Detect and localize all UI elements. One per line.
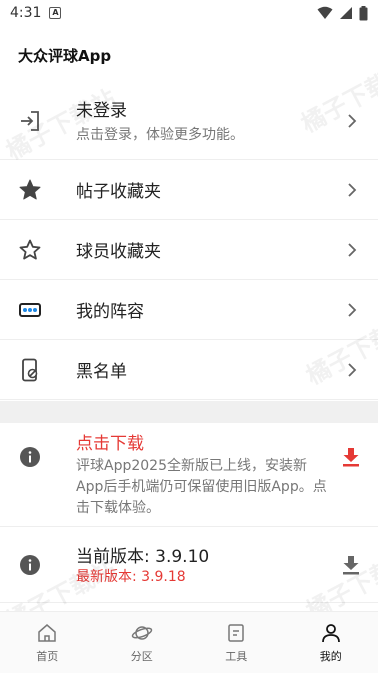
star-outline-icon [18, 238, 42, 262]
status-time: 4:31 [10, 5, 42, 21]
chevron-right-icon [348, 302, 357, 317]
menu-item-my-lineup[interactable]: 我的阵容 [0, 280, 378, 340]
signal-icon [340, 7, 352, 19]
lineup-icon [18, 298, 42, 322]
download-icon[interactable] [342, 555, 360, 575]
download-title: 点击下载 [76, 434, 144, 454]
status-bar: 4:31 A [0, 0, 378, 26]
nav-home[interactable]: 首页 [0, 612, 95, 673]
tools-icon [228, 623, 244, 642]
download-item[interactable]: 点击下载 评球App2025全新版已上线，安装新App后手机端仍可保留使用旧版A… [0, 423, 378, 527]
chevron-right-icon [348, 182, 357, 197]
nav-home-label: 首页 [36, 649, 59, 663]
player-favorites-title: 球员收藏夹 [76, 242, 161, 262]
nav-tools[interactable]: 工具 [189, 612, 284, 673]
update-list: 点击下载 评球App2025全新版已上线，安装新App后手机端仍可保留使用旧版A… [0, 423, 378, 603]
login-title: 未登录 [76, 100, 127, 121]
star-filled-icon [18, 178, 42, 202]
info-icon [18, 553, 42, 577]
download-icon[interactable] [342, 447, 360, 467]
latest-version: 最新版本: 3.9.18 [76, 568, 186, 585]
post-favorites-title: 帖子收藏夹 [76, 182, 161, 202]
login-subtitle: 点击登录，体验更多功能。 [76, 126, 244, 143]
notification-a-icon: A [49, 7, 62, 19]
home-icon [38, 623, 56, 642]
nav-tools-label: 工具 [225, 649, 248, 663]
nav-sections[interactable]: 分区 [95, 612, 190, 673]
menu-item-blacklist[interactable]: 黑名单 [0, 340, 378, 400]
app-title: 大众评球App [18, 47, 112, 65]
menu-item-post-favorites[interactable]: 帖子收藏夹 [0, 160, 378, 220]
blacklist-title: 黑名单 [76, 362, 127, 382]
menu-item-login[interactable]: 未登录 点击登录，体验更多功能。 [0, 82, 378, 160]
chevron-right-icon [348, 113, 357, 128]
my-lineup-title: 我的阵容 [76, 302, 144, 322]
nav-mine[interactable]: 我的 [284, 612, 378, 673]
nav-sections-label: 分区 [130, 649, 153, 663]
blocked-phone-icon [18, 358, 42, 382]
section-divider [0, 401, 378, 423]
version-item[interactable]: 当前版本: 3.9.10 最新版本: 3.9.18 [0, 527, 378, 603]
status-indicators [317, 5, 368, 21]
chevron-right-icon [348, 242, 357, 257]
menu-list: 未登录 点击登录，体验更多功能。 帖子收藏夹 球员收藏夹 我的阵容 黑名单 [0, 82, 378, 400]
bottom-nav: 首页 分区 工具 我的 [0, 611, 378, 673]
nav-mine-label: 我的 [319, 649, 342, 663]
login-icon [18, 109, 42, 133]
info-icon [18, 445, 42, 469]
battery-icon [359, 5, 368, 20]
wifi-icon [317, 6, 333, 19]
person-icon [321, 623, 340, 642]
chevron-right-icon [348, 362, 357, 377]
current-version: 当前版本: 3.9.10 [76, 546, 210, 567]
menu-item-player-favorites[interactable]: 球员收藏夹 [0, 220, 378, 280]
planet-icon [131, 625, 152, 640]
download-description: 评球App2025全新版已上线，安装新App后手机端仍可保留使用旧版App。点击… [76, 458, 327, 516]
